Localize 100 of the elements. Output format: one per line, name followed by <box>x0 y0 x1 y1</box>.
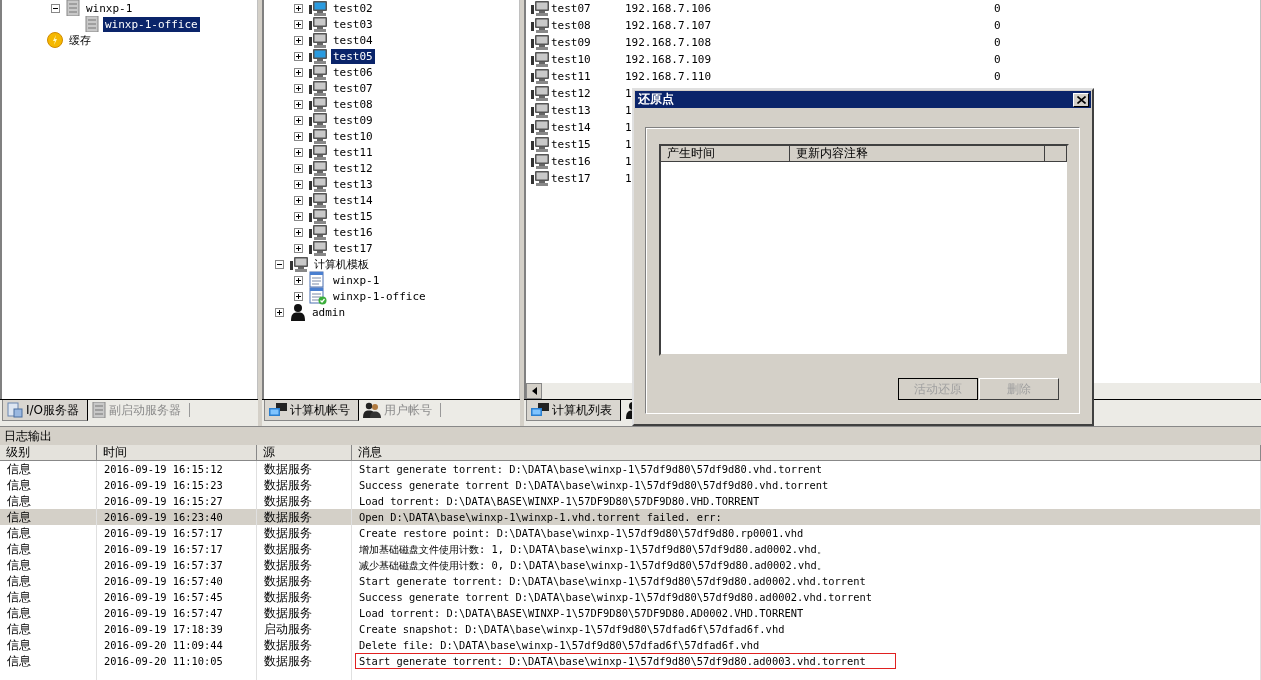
computer-icon <box>531 137 549 152</box>
tree-item[interactable]: test14 <box>331 192 375 208</box>
list-cell[interactable]: test09 <box>551 36 591 49</box>
log-row[interactable]: 信息 2016-09-19 16:57:47 数据服务 Load torrent: D:\DATA\BASE\WINXP-1\57DF9D80\57DF9D80.AD0002.VHD.TORRENT <box>0 605 1261 621</box>
tree-item[interactable]: test03 <box>331 16 375 32</box>
computer-icon <box>531 120 549 135</box>
expand-toggle[interactable] <box>293 275 303 285</box>
log-row[interactable]: 信息 2016-09-19 16:57:17 数据服务 增加基础磁盘文件使用计数: 1, D:\DATA\base\winxp-1\57df9d80\57df9d80.ad0002.vhd。 <box>0 541 1261 557</box>
expand-toggle[interactable] <box>293 3 303 13</box>
table-cell-text: 数据服务 <box>263 462 313 476</box>
table-cell-text: 信息 <box>6 574 32 588</box>
tree-item[interactable]: test07 <box>331 80 375 96</box>
expand-toggle[interactable] <box>293 131 303 141</box>
list-cell[interactable]: test11 <box>551 70 591 83</box>
list-cell[interactable]: test13 <box>551 104 591 117</box>
list-cell[interactable]: test08 <box>551 19 591 32</box>
expand-toggle[interactable] <box>293 67 303 77</box>
list-cell[interactable]: test15 <box>551 138 591 151</box>
tree-item[interactable]: test16 <box>331 224 375 240</box>
expand-toggle[interactable] <box>293 163 303 173</box>
window-title: 还原点 <box>638 91 674 108</box>
tree-item[interactable]: winxp-1-office <box>103 16 200 32</box>
expand-toggle[interactable] <box>293 51 303 61</box>
list-cell[interactable]: test10 <box>551 53 591 66</box>
tree-item[interactable]: test05 <box>331 48 375 64</box>
close-button[interactable] <box>1073 92 1089 107</box>
list-cell[interactable]: test12 <box>551 87 591 100</box>
log-row[interactable]: 信息 2016-09-19 16:57:37 数据服务 减少基础磁盘文件使用计数: 0, D:\DATA\base\winxp-1\57df9d80\57df9d80.ad0002.vhd。 <box>0 557 1261 573</box>
table-cell-text: 2016-09-19 16:57:47 <box>103 607 224 619</box>
computer-icon <box>531 154 549 169</box>
tree-item[interactable]: winxp-1-office <box>331 288 428 304</box>
log-row[interactable]: 信息 2016-09-20 11:09:44 数据服务 Delete file: D:\DATA\base\winxp-1\57df9d80\57dfad6f\57dfad6f.vhd <box>0 637 1261 653</box>
tree-item[interactable]: test02 <box>331 0 375 16</box>
expand-toggle[interactable] <box>293 115 303 125</box>
list-cell[interactable]: test14 <box>551 121 591 134</box>
expand-toggle[interactable] <box>293 291 303 301</box>
tree-item[interactable]: test11 <box>331 144 375 160</box>
log-row[interactable]: 信息 2016-09-19 16:23:40 数据服务 Open D:\DATA\base\winxp-1\winxp-1.vhd.torrent failed. err: <box>0 509 1261 525</box>
computer-icon <box>531 86 549 101</box>
list-cell[interactable]: test16 <box>551 155 591 168</box>
tree-item[interactable]: test17 <box>331 240 375 256</box>
tree-item[interactable]: test09 <box>331 112 375 128</box>
tree-item[interactable]: admin <box>310 304 348 320</box>
tree-item[interactable]: test06 <box>331 64 375 80</box>
log-row[interactable]: 信息 2016-09-19 17:18:39 启动服务 Create snapshot: D:\DATA\base\winxp-1\57df9d80\57dfad6f\57dfad6f.vhd <box>0 621 1261 637</box>
log-row[interactable]: 信息 2016-09-20 11:10:05 数据服务 Start generate torrent: D:\DATA\base\winxp-1\57df9d80\57df9d80.ad0003.vhd.torrent <box>0 653 1261 669</box>
log-row[interactable]: 信息 2016-09-19 16:57:40 数据服务 Start generate torrent: D:\DATA\base\winxp-1\57df9d80\57df9d80.ad0002.vhd.torrent <box>0 573 1261 589</box>
table-cell-text: 信息 <box>6 590 32 604</box>
column-header[interactable]: 产生时间 <box>661 146 790 162</box>
left-arrow-icon <box>531 387 537 395</box>
list-cell[interactable]: test07 <box>551 2 591 15</box>
log-row[interactable]: 信息 2016-09-19 16:57:17 数据服务 Create restore point: D:\DATA\base\winxp-1\57df9d80\57df9d80.rp0001.vhd <box>0 525 1261 541</box>
column-header[interactable]: 更新内容注释 <box>790 146 1045 162</box>
column-header[interactable] <box>1045 146 1067 162</box>
table-cell-text: 2016-09-19 16:23:40 <box>103 511 224 523</box>
expand-toggle[interactable] <box>293 147 303 157</box>
table-cell-text: 数据服务 <box>263 494 313 508</box>
tree-item[interactable]: test12 <box>331 160 375 176</box>
tree-item[interactable]: 缓存 <box>67 32 93 48</box>
log-row[interactable]: 信息 2016-09-19 16:15:12 数据服务 Start generate torrent: D:\DATA\base\winxp-1\57df9d80\57df9d80.vhd.torrent <box>0 461 1261 477</box>
computer-icon <box>531 69 549 84</box>
tab[interactable]: 计算机列表 <box>526 400 621 421</box>
tree-item[interactable]: test10 <box>331 128 375 144</box>
tab[interactable]: 计算机帐号 <box>264 400 359 421</box>
column-header[interactable]: 时间 <box>97 445 257 461</box>
log-row[interactable]: 信息 2016-09-19 16:15:23 数据服务 Success generate torrent D:\DATA\base\winxp-1\57df9d80\57df9d80.vhd.torrent <box>0 477 1261 493</box>
expand-toggle[interactable] <box>293 179 303 189</box>
tree-item[interactable]: winxp-1 <box>84 0 135 16</box>
table-cell-text: 数据服务 <box>263 510 313 524</box>
tree-item[interactable]: test04 <box>331 32 375 48</box>
table-cell-text: 2016-09-19 16:57:17 <box>103 543 224 555</box>
column-header[interactable]: 源 <box>257 445 352 461</box>
tree-item[interactable]: test08 <box>331 96 375 112</box>
expand-toggle[interactable] <box>293 19 303 29</box>
table-cell-text: 启动服务 <box>263 622 313 636</box>
log-row[interactable]: 信息 2016-09-19 16:57:45 数据服务 Success generate torrent D:\DATA\base\winxp-1\57df9d80\57df9d80.ad0002.vhd.torrent <box>0 589 1261 605</box>
computers-icon <box>531 403 549 417</box>
expand-toggle[interactable] <box>50 3 60 13</box>
expand-toggle[interactable] <box>293 83 303 93</box>
tree-item[interactable]: winxp-1 <box>331 272 382 288</box>
table-cell-text: 2016-09-20 11:10:05 <box>103 655 224 667</box>
expand-toggle[interactable] <box>293 243 303 253</box>
tree-item[interactable]: test15 <box>331 208 375 224</box>
tree-item[interactable]: 计算机模板 <box>312 256 371 272</box>
expand-toggle[interactable] <box>293 99 303 109</box>
list-cell: 192.168.7.106 <box>625 2 712 15</box>
list-cell[interactable]: test17 <box>551 172 591 185</box>
expand-toggle[interactable] <box>274 307 284 317</box>
table-cell-text: 信息 <box>6 462 32 476</box>
tab[interactable]: I/O服务器 <box>2 400 89 421</box>
tree-item[interactable]: test13 <box>331 176 375 192</box>
expand-toggle[interactable] <box>293 35 303 45</box>
expand-toggle[interactable] <box>274 259 284 269</box>
column-header[interactable]: 级别 <box>0 445 97 461</box>
table-cell-text: 信息 <box>6 622 32 636</box>
expand-toggle[interactable] <box>293 195 303 205</box>
expand-toggle[interactable] <box>293 211 303 221</box>
expand-toggle[interactable] <box>293 227 303 237</box>
panel-title: 日志输出 <box>0 426 1261 445</box>
column-header[interactable]: 消息 <box>352 445 1261 461</box>
